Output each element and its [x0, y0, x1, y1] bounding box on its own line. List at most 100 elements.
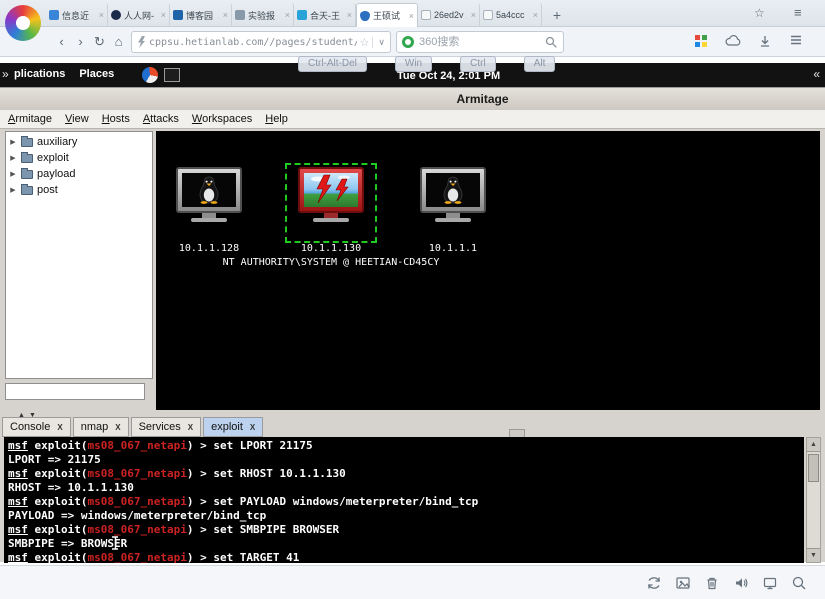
vnc-key-button[interactable]: Win — [394, 56, 433, 72]
info-icon — [49, 10, 59, 20]
host-node[interactable]: 10.1.1.1 — [410, 161, 496, 254]
browser-tab[interactable]: 博客园 × — [170, 3, 232, 27]
console-tab-console[interactable]: Console X — [2, 417, 71, 437]
scroll-down-icon[interactable]: ▼ — [807, 548, 820, 562]
desktop-menu-plications[interactable]: plications — [14, 68, 65, 80]
folder-icon — [21, 135, 33, 147]
module-name: ms08_067_netapi — [87, 495, 187, 508]
tab-title: 合天-王 — [310, 10, 340, 21]
tab-close-icon[interactable]: × — [533, 10, 538, 20]
tab-close-icon[interactable]: × — [409, 11, 414, 21]
browser-logo-icon[interactable] — [5, 5, 41, 41]
tab-title: 王硕试 — [373, 11, 401, 21]
screen: 信息近 × 人人网- × 博客园 × 实验报 × 合天-王 × 王硕试 × 26ed2v × 5a4ccc ×… — [0, 0, 825, 599]
forward-button[interactable]: › — [71, 31, 90, 52]
console-tab-label: Console — [10, 421, 51, 433]
home-button[interactable]: ⌂ — [109, 31, 128, 52]
expand-arrow-icon[interactable]: ▶ — [9, 138, 17, 146]
menu-attacks[interactable]: Attacks — [143, 113, 179, 125]
speed-mode-icon[interactable] — [137, 36, 145, 48]
scroll-up-icon[interactable]: ▲ — [807, 438, 820, 452]
tab-title: 实验报 — [248, 10, 276, 21]
trash-icon[interactable] — [704, 575, 720, 591]
back-button[interactable]: ‹ — [52, 31, 71, 52]
tree-item-label: exploit — [37, 152, 69, 164]
tree-item-post[interactable]: ▶ post — [6, 182, 152, 198]
host-node[interactable]: 10.1.1.130 — [285, 161, 377, 254]
browser-tab[interactable]: 26ed2v × — [418, 3, 480, 27]
desktop-menu-places[interactable]: Places — [79, 68, 114, 80]
refresh-button[interactable]: ↻ — [90, 31, 109, 52]
sync-icon[interactable] — [646, 575, 662, 591]
vnc-key-button[interactable]: Ctrl-Alt-Del — [298, 56, 367, 72]
expand-arrow-icon[interactable]: ▶ — [9, 154, 17, 162]
url-dropdown-icon[interactable]: ∨ — [372, 36, 385, 48]
expand-arrow-icon[interactable]: ▶ — [9, 186, 17, 194]
browser-tab[interactable]: 王硕试 × — [356, 3, 418, 27]
menu-icon[interactable] — [789, 34, 803, 48]
url-field[interactable]: cppsu.hetianlab.com//pages/student/stumo… — [131, 31, 391, 53]
browser-tab[interactable]: 合天-王 × — [294, 3, 356, 27]
browser-launcher-icon[interactable] — [142, 67, 158, 83]
tab-close-icon[interactable]: × — [347, 10, 352, 20]
panel-expand-icon[interactable]: » — [2, 67, 9, 81]
module-name: ms08_067_netapi — [87, 467, 187, 480]
browser-tab[interactable]: 信息近 × — [46, 3, 108, 27]
module-filter-input[interactable] — [5, 383, 145, 400]
tab-close-icon[interactable]: × — [471, 10, 476, 20]
console-tab-services[interactable]: Services X — [130, 417, 202, 437]
tab-close-icon[interactable]: × — [223, 10, 228, 20]
new-tab-button[interactable]: + — [546, 3, 568, 27]
download-icon[interactable] — [758, 34, 772, 48]
vnc-key-button[interactable]: Alt — [523, 56, 556, 72]
tree-item-auxiliary[interactable]: ▶ auxiliary — [6, 134, 152, 150]
console-tab-exploit[interactable]: exploit X — [203, 417, 264, 437]
console-scrollbar[interactable]: ▲ ▼ — [806, 437, 821, 563]
browser-tab[interactable]: 人人网- × — [108, 3, 170, 27]
browser-tab[interactable]: 实验报 × — [232, 3, 294, 27]
search-engine-icon — [402, 36, 414, 48]
window-icon[interactable] — [762, 575, 778, 591]
tab-close-icon[interactable]: × — [285, 10, 290, 20]
menu-workspaces[interactable]: Workspaces — [192, 113, 252, 125]
speaker-icon[interactable] — [733, 575, 749, 591]
search-box[interactable] — [396, 31, 564, 53]
host-node[interactable]: 10.1.1.128 — [166, 161, 252, 254]
search-icon[interactable] — [545, 36, 558, 49]
console-line: msf exploit(ms08_067_netapi) > set SMBPI… — [8, 523, 340, 536]
tab-close-icon[interactable]: X — [188, 423, 193, 432]
report-icon — [235, 10, 245, 20]
menu-hosts[interactable]: Hosts — [102, 113, 130, 125]
tree-item-payload[interactable]: ▶ payload — [6, 166, 152, 182]
menu-view[interactable]: View — [65, 113, 89, 125]
msf-prompt: msf — [8, 495, 28, 508]
tab-close-icon[interactable]: × — [99, 10, 104, 20]
vnc-key-button[interactable]: Ctrl — [460, 56, 496, 72]
tab-close-icon[interactable]: × — [161, 10, 166, 20]
scroll-thumb[interactable] — [808, 454, 819, 482]
tree-item-label: post — [37, 184, 58, 196]
terminal-launcher-icon[interactable] — [164, 68, 180, 82]
image-icon[interactable] — [675, 575, 691, 591]
menu-armitage[interactable]: Armitage — [8, 113, 52, 125]
tab-close-icon[interactable]: X — [250, 423, 255, 432]
browser-tab[interactable]: 5a4ccc × — [480, 3, 542, 27]
tab-close-icon[interactable]: X — [115, 423, 120, 432]
tree-item-exploit[interactable]: ▶ exploit — [6, 150, 152, 166]
apps-grid-icon[interactable] — [694, 34, 708, 48]
console-tab-nmap[interactable]: nmap X — [72, 417, 129, 437]
expand-arrow-icon[interactable]: ▶ — [9, 170, 17, 178]
search-input[interactable] — [419, 36, 541, 48]
bookmark-star-icon[interactable]: ☆ — [360, 36, 370, 49]
favorites-icon[interactable]: ☆ — [754, 6, 765, 20]
tab-list-icon[interactable]: ≡ — [794, 5, 802, 20]
console-tab-label: nmap — [80, 421, 109, 433]
tab-close-icon[interactable]: X — [57, 423, 62, 432]
zoom-icon[interactable] — [791, 575, 807, 591]
tab-title: 5a4ccc — [496, 10, 525, 20]
console-line: msf exploit(ms08_067_netapi) > set LPORT… — [8, 439, 313, 452]
menu-help[interactable]: Help — [265, 113, 288, 125]
panel-collapse-icon[interactable]: « — [813, 67, 820, 81]
monitor-bezel — [176, 167, 242, 213]
cloud-icon[interactable] — [725, 34, 741, 48]
